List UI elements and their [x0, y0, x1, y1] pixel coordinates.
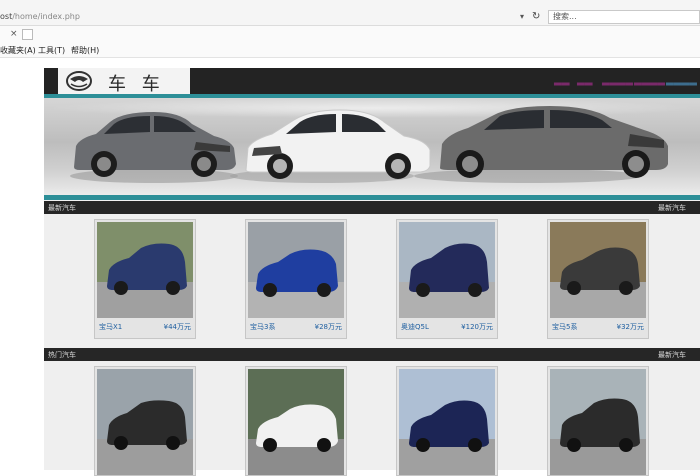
section-more-hot[interactable]: 最新汽车 [658, 350, 686, 360]
section-title-hot: 热门汽车 [48, 351, 76, 359]
car-price: ¥28万元 [314, 323, 342, 331]
nav-link-4[interactable]: ▂▂▂▂ [634, 75, 665, 86]
site-logo[interactable]: 车 车 网 [58, 68, 190, 121]
car-card[interactable]: 宝马3系 ¥28万元 [245, 219, 347, 339]
car-image [97, 369, 193, 475]
section-title-newest: 最新汽车 [48, 204, 76, 212]
car-name[interactable]: 宝马3系 [250, 322, 275, 332]
car-image [97, 222, 193, 318]
brand-emblem-icon [66, 71, 92, 91]
car-card[interactable]: 宝马X1 ¥44万元 [94, 219, 196, 339]
car-photo[interactable] [550, 369, 646, 475]
new-tab-button[interactable] [22, 29, 33, 40]
url-field[interactable]: ost/home/index.php [0, 12, 80, 21]
section-header-newest: 最新汽车 最新汽车 [44, 201, 700, 214]
nav-link-2[interactable]: ▂▂ [577, 75, 592, 86]
car-price: ¥120万元 [461, 323, 493, 331]
menu-favorites[interactable]: 收藏夹(A) [0, 45, 36, 56]
car-photo[interactable] [248, 369, 344, 475]
car-photo[interactable] [248, 222, 344, 318]
car-image [248, 222, 344, 318]
car-image [550, 222, 646, 318]
car-photo[interactable] [399, 222, 495, 318]
car-photo[interactable] [550, 222, 646, 318]
nav-link-1[interactable]: ▂▂ [554, 75, 569, 86]
car-name[interactable]: 奥迪Q5L [401, 322, 429, 332]
car-photo[interactable] [399, 369, 495, 475]
page-content: 车 车 网 ▂▂ ▂▂ ▂▂▂▂ ▂▂▂▂ ▂▂▂▂ [44, 68, 700, 476]
car-card[interactable] [94, 366, 196, 476]
search-input[interactable]: 搜索... [548, 10, 700, 24]
car-card[interactable] [245, 366, 347, 476]
car-price: ¥32万元 [616, 323, 644, 331]
refresh-icon[interactable]: ↻ [532, 11, 540, 22]
url-host: ost [0, 12, 13, 21]
section-more-newest[interactable]: 最新汽车 [658, 203, 686, 213]
car-image [399, 222, 495, 318]
menu-tools[interactable]: 工具(T) [38, 45, 65, 56]
site-header: 车 车 网 ▂▂ ▂▂ ▂▂▂▂ ▂▂▂▂ ▂▂▂▂ [44, 68, 700, 121]
section-header-hot: 热门汽车 最新汽车 [44, 348, 700, 361]
car-card[interactable]: 宝马5系 ¥32万元 [547, 219, 649, 339]
car-image [399, 369, 495, 475]
menu-help[interactable]: 帮助(H) [71, 45, 99, 56]
banner-accent-line [44, 195, 700, 200]
car-card[interactable]: 奥迪Q5L ¥120万元 [396, 219, 498, 339]
car-photo[interactable] [97, 369, 193, 475]
close-tab-icon[interactable]: × [10, 29, 18, 39]
car-price: ¥44万元 [163, 323, 191, 331]
banner-cars-image [70, 106, 668, 183]
car-name[interactable]: 宝马5系 [552, 322, 577, 332]
car-card[interactable] [396, 366, 498, 476]
car-image [550, 369, 646, 475]
car-card[interactable] [547, 366, 649, 476]
car-image [248, 369, 344, 475]
nav-link-3[interactable]: ▂▂▂▂ [602, 75, 633, 86]
dropdown-arrow-icon[interactable]: ▾ [520, 12, 524, 21]
hero-banner [44, 94, 700, 201]
car-name[interactable]: 宝马X1 [99, 322, 122, 332]
url-path: /home/index.php [12, 12, 80, 21]
car-photo[interactable] [97, 222, 193, 318]
menu-bar [0, 42, 700, 58]
nav-link-5[interactable]: ▂▂▂▂ [666, 75, 697, 86]
tab-bar [0, 26, 700, 42]
address-bar: ost/home/index.php ▾ ↻ 搜索... [0, 0, 700, 26]
